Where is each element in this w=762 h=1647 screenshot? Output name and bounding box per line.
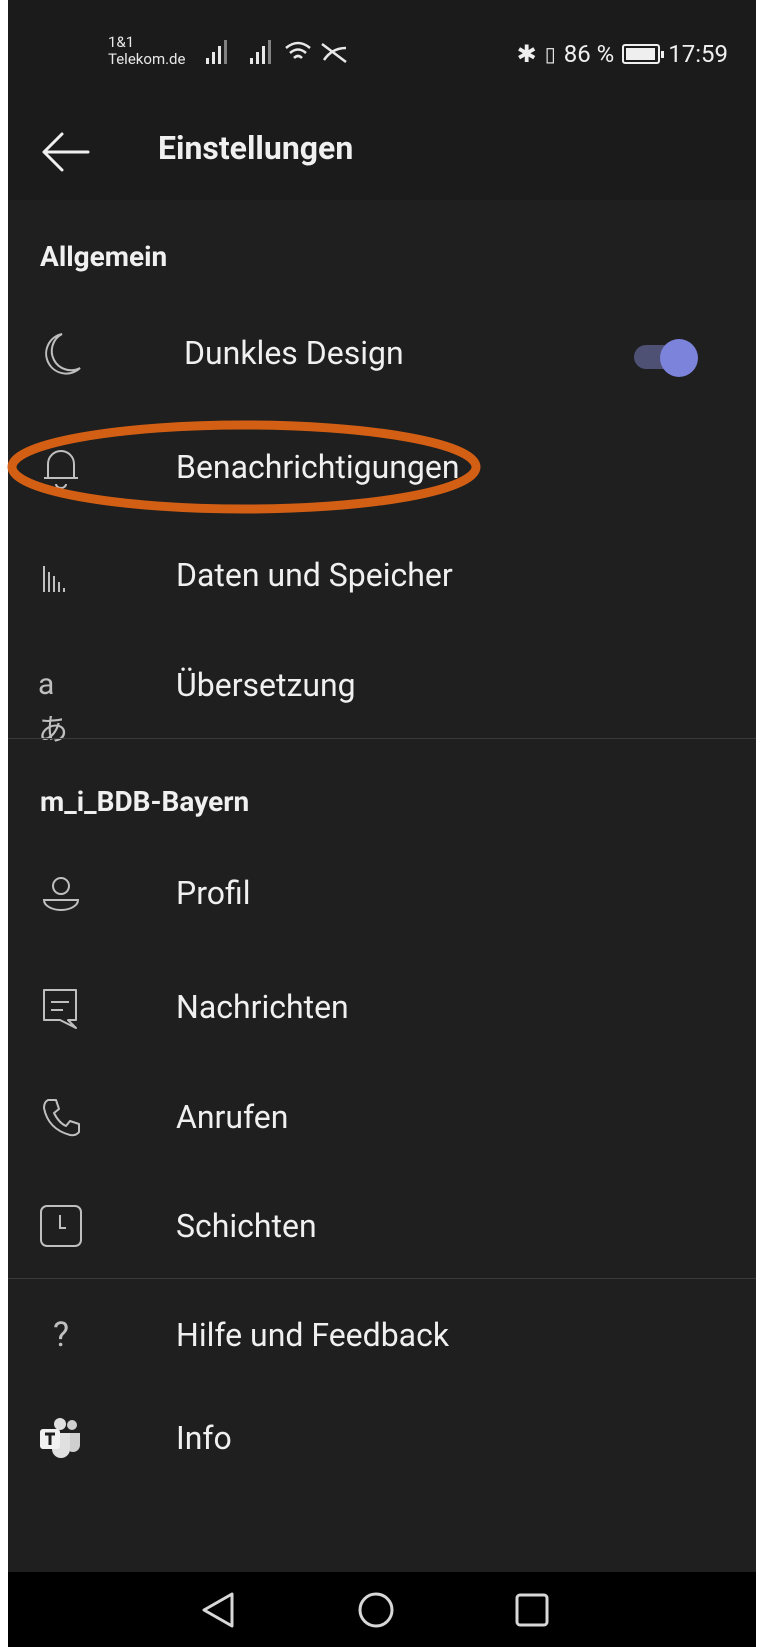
app-header: Einstellungen xyxy=(8,104,756,200)
setting-label: Anrufen xyxy=(176,1098,289,1136)
battery-percent: 86 % xyxy=(563,40,615,68)
signal-icons xyxy=(206,40,347,64)
setting-label: Dunkles Design xyxy=(184,334,404,372)
settings-screen: 1&1 Telekom.de ✱ ▯ 86 % 17:59 Einstellun… xyxy=(8,0,756,1647)
setting-label: Info xyxy=(176,1419,232,1457)
data-icon xyxy=(43,566,65,592)
bell-icon xyxy=(44,450,78,489)
phone-icon xyxy=(43,1099,80,1137)
setting-info[interactable]: Info xyxy=(8,1388,756,1488)
system-nav-bar xyxy=(8,1572,756,1647)
translate-icon: aあ xyxy=(38,667,68,748)
setting-label: Schichten xyxy=(176,1207,317,1245)
section-title-general: Allgemein xyxy=(40,240,168,273)
setting-shifts[interactable]: Schichten xyxy=(8,1176,756,1276)
toggle-knob xyxy=(660,339,698,377)
chat-icon xyxy=(43,989,77,1029)
moon-icon xyxy=(45,333,81,375)
nav-home-icon[interactable] xyxy=(354,1588,398,1632)
section-divider xyxy=(8,1278,756,1279)
setting-notifications[interactable]: Benachrichtigungen xyxy=(8,417,756,517)
setting-translation[interactable]: aあ Übersetzung xyxy=(8,635,756,748)
setting-calls[interactable]: Anrufen xyxy=(8,1067,756,1167)
page-title: Einstellungen xyxy=(158,129,354,167)
nav-back-icon[interactable] xyxy=(196,1588,240,1632)
setting-label: Profil xyxy=(176,874,251,912)
setting-profile[interactable]: Profil xyxy=(8,843,756,943)
setting-help-feedback[interactable]: ? Hilfe und Feedback xyxy=(8,1285,756,1385)
section-divider xyxy=(8,738,756,739)
clock-icon xyxy=(40,1205,82,1247)
person-icon xyxy=(42,877,80,911)
section-title-org: m_i_BDB-Bayern xyxy=(40,785,250,818)
carrier-line1: 1&1 xyxy=(108,33,135,51)
setting-label: Benachrichtigungen xyxy=(176,448,460,486)
carrier-label: 1&1 Telekom.de xyxy=(108,34,185,68)
setting-label: Übersetzung xyxy=(176,666,356,704)
bluetooth-icon: ✱ xyxy=(516,40,537,68)
status-bar: 1&1 Telekom.de ✱ ▯ 86 % 17:59 xyxy=(8,0,756,104)
dark-mode-toggle[interactable] xyxy=(634,339,698,377)
setting-messages[interactable]: Nachrichten xyxy=(8,957,756,1057)
status-right: ✱ ▯ 86 % 17:59 xyxy=(517,40,728,68)
carrier-line2: Telekom.de xyxy=(108,50,186,68)
help-icon: ? xyxy=(52,1315,70,1355)
vibrate-icon: ▯ xyxy=(544,42,556,66)
battery-icon xyxy=(622,44,665,64)
clock-time: 17:59 xyxy=(668,40,728,68)
nav-recents-icon[interactable] xyxy=(510,1588,554,1632)
setting-data-storage[interactable]: Daten und Speicher xyxy=(8,525,756,625)
teams-logo-icon xyxy=(40,1418,80,1458)
setting-label: Daten und Speicher xyxy=(176,556,453,594)
back-arrow-icon[interactable] xyxy=(38,124,94,180)
setting-label: Hilfe und Feedback xyxy=(176,1316,450,1354)
setting-label: Nachrichten xyxy=(176,988,349,1026)
